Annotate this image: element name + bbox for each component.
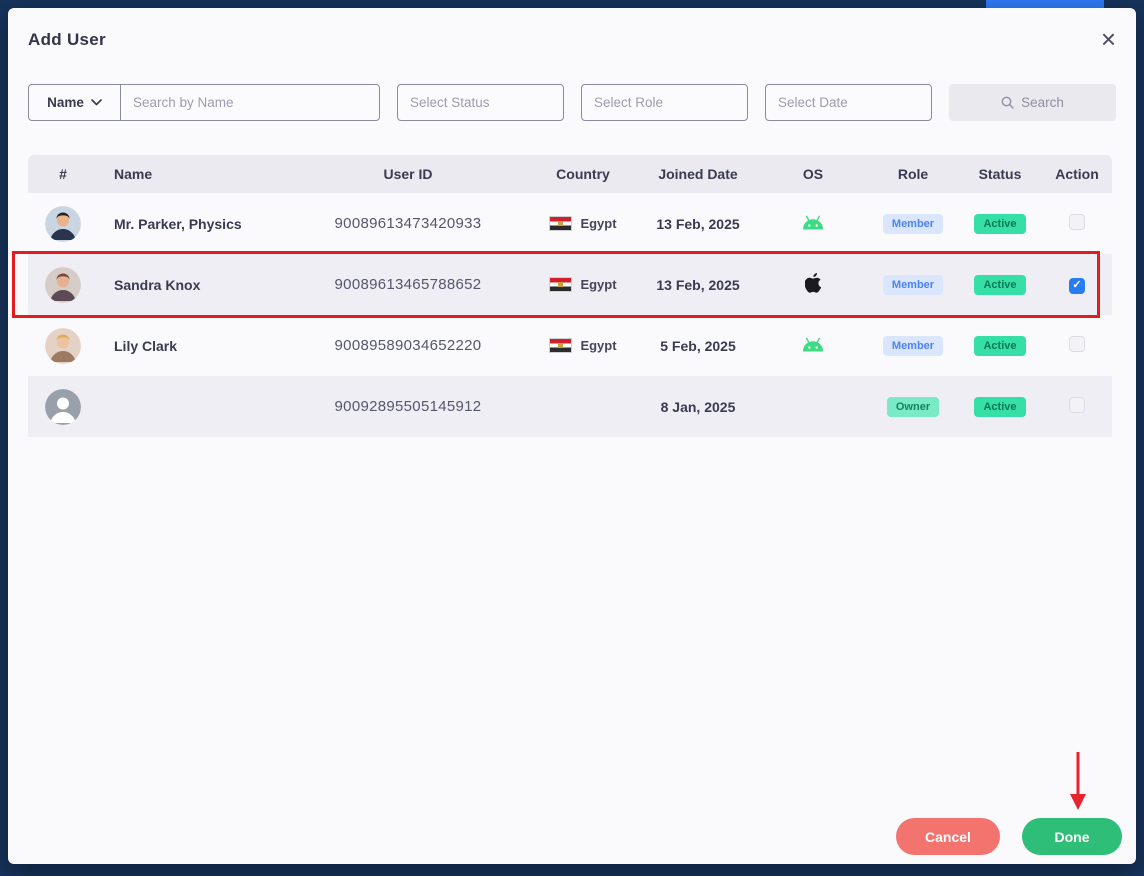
col-header-userid: User ID bbox=[383, 166, 433, 182]
col-header-status: Status bbox=[978, 166, 1022, 182]
country-label: Egypt bbox=[580, 216, 617, 231]
row-checkbox[interactable] bbox=[1069, 214, 1085, 230]
col-header-action: Action bbox=[1055, 166, 1099, 182]
status-cell: Active bbox=[958, 396, 1042, 417]
user-id: 90089589034652220 bbox=[334, 337, 482, 354]
row-checkbox[interactable]: ✓ bbox=[1069, 277, 1085, 294]
search-button[interactable]: Search bbox=[949, 84, 1116, 121]
role-cell: Member bbox=[868, 274, 958, 295]
egypt-flag-icon bbox=[549, 277, 573, 292]
role-cell: Owner bbox=[868, 396, 958, 417]
apple-icon bbox=[804, 273, 821, 293]
user-id: 90089613465788652 bbox=[334, 276, 482, 293]
col-header-os: OS bbox=[802, 166, 824, 182]
col-header-country: Country bbox=[556, 166, 610, 182]
user-id: 90092895505145912 bbox=[334, 398, 482, 415]
chevron-down-icon bbox=[91, 99, 102, 106]
status-badge: Active bbox=[974, 335, 1026, 356]
os-cell bbox=[758, 215, 868, 233]
egypt-flag-icon bbox=[549, 338, 573, 353]
joined-date: 13 Feb, 2025 bbox=[656, 276, 740, 293]
avatar-cell bbox=[28, 388, 98, 425]
date-filter-input[interactable] bbox=[765, 84, 932, 121]
col-header-role: Role bbox=[897, 166, 929, 182]
table-body: Mr. Parker, Physics 90089613473420933 Eg… bbox=[28, 193, 1112, 437]
status-badge: Active bbox=[974, 213, 1026, 234]
user-name: Sandra Knox bbox=[114, 276, 201, 293]
cancel-button[interactable]: Cancel bbox=[896, 818, 1000, 855]
role-cell: Member bbox=[868, 335, 958, 356]
avatar bbox=[45, 388, 81, 425]
table-row: 90092895505145912 8 Jan, 2025 Owner Acti… bbox=[28, 376, 1112, 437]
role-filter-input[interactable] bbox=[581, 84, 748, 121]
action-cell: ✓ bbox=[1042, 275, 1112, 294]
table-header: # Name User ID Country Joined Date OS Ro… bbox=[28, 155, 1112, 193]
os-cell bbox=[758, 273, 868, 296]
action-cell bbox=[1042, 336, 1112, 355]
filter-bar: Name Search bbox=[28, 84, 1116, 121]
joined-date: 5 Feb, 2025 bbox=[660, 337, 736, 354]
android-icon bbox=[803, 337, 823, 351]
users-table: # Name User ID Country Joined Date OS Ro… bbox=[28, 155, 1112, 437]
col-header-joined: Joined Date bbox=[658, 166, 738, 182]
col-header-name: Name bbox=[114, 166, 153, 182]
modal-title: Add User bbox=[28, 30, 106, 49]
os-cell bbox=[758, 337, 868, 355]
search-icon bbox=[1001, 96, 1014, 109]
search-input[interactable] bbox=[121, 85, 379, 120]
annotation-arrow-icon bbox=[1070, 752, 1086, 810]
table-row: Mr. Parker, Physics 90089613473420933 Eg… bbox=[28, 193, 1112, 254]
joined-date: 13 Feb, 2025 bbox=[656, 215, 740, 232]
status-badge: Active bbox=[974, 274, 1026, 295]
status-cell: Active bbox=[958, 213, 1042, 234]
joined-date: 8 Jan, 2025 bbox=[660, 398, 736, 415]
country-label: Egypt bbox=[580, 338, 617, 353]
avatar-cell bbox=[28, 266, 98, 303]
role-badge: Member bbox=[882, 213, 944, 234]
country-cell: Egypt bbox=[528, 216, 638, 231]
table-row: Lily Clark 90089589034652220 Egypt 5 Feb… bbox=[28, 315, 1112, 376]
android-icon bbox=[803, 215, 823, 229]
name-search-group: Name bbox=[28, 84, 380, 121]
role-cell: Member bbox=[868, 213, 958, 234]
search-button-label: Search bbox=[1021, 95, 1064, 110]
action-cell bbox=[1042, 214, 1112, 233]
close-icon[interactable]: × bbox=[1101, 26, 1116, 52]
done-button[interactable]: Done bbox=[1022, 818, 1122, 855]
user-name: Lily Clark bbox=[114, 337, 178, 354]
row-checkbox[interactable] bbox=[1069, 336, 1085, 352]
user-name: Mr. Parker, Physics bbox=[114, 215, 242, 232]
action-cell bbox=[1042, 397, 1112, 416]
country-label: Egypt bbox=[580, 277, 617, 292]
role-badge: Owner bbox=[886, 396, 940, 417]
role-badge: Member bbox=[882, 335, 944, 356]
col-header-index: # bbox=[59, 166, 67, 182]
avatar bbox=[45, 327, 81, 364]
country-cell: Egypt bbox=[528, 338, 638, 353]
dropdown-label: Name bbox=[47, 95, 84, 110]
avatar-cell bbox=[28, 327, 98, 364]
row-checkbox[interactable] bbox=[1069, 397, 1085, 413]
egypt-flag-icon bbox=[549, 216, 573, 231]
role-badge: Member bbox=[882, 274, 944, 295]
search-field-dropdown[interactable]: Name bbox=[29, 85, 121, 120]
add-user-modal: Add User × Name Search # Name User ID Co… bbox=[8, 8, 1136, 864]
avatar bbox=[45, 266, 81, 303]
country-cell: Egypt bbox=[528, 277, 638, 292]
status-cell: Active bbox=[958, 274, 1042, 295]
avatar-cell bbox=[28, 205, 98, 242]
avatar bbox=[45, 205, 81, 242]
user-id: 90089613473420933 bbox=[334, 215, 482, 232]
status-badge: Active bbox=[974, 396, 1026, 417]
status-filter-input[interactable] bbox=[397, 84, 564, 121]
table-row: Sandra Knox 90089613465788652 Egypt 13 F… bbox=[28, 254, 1112, 315]
status-cell: Active bbox=[958, 335, 1042, 356]
